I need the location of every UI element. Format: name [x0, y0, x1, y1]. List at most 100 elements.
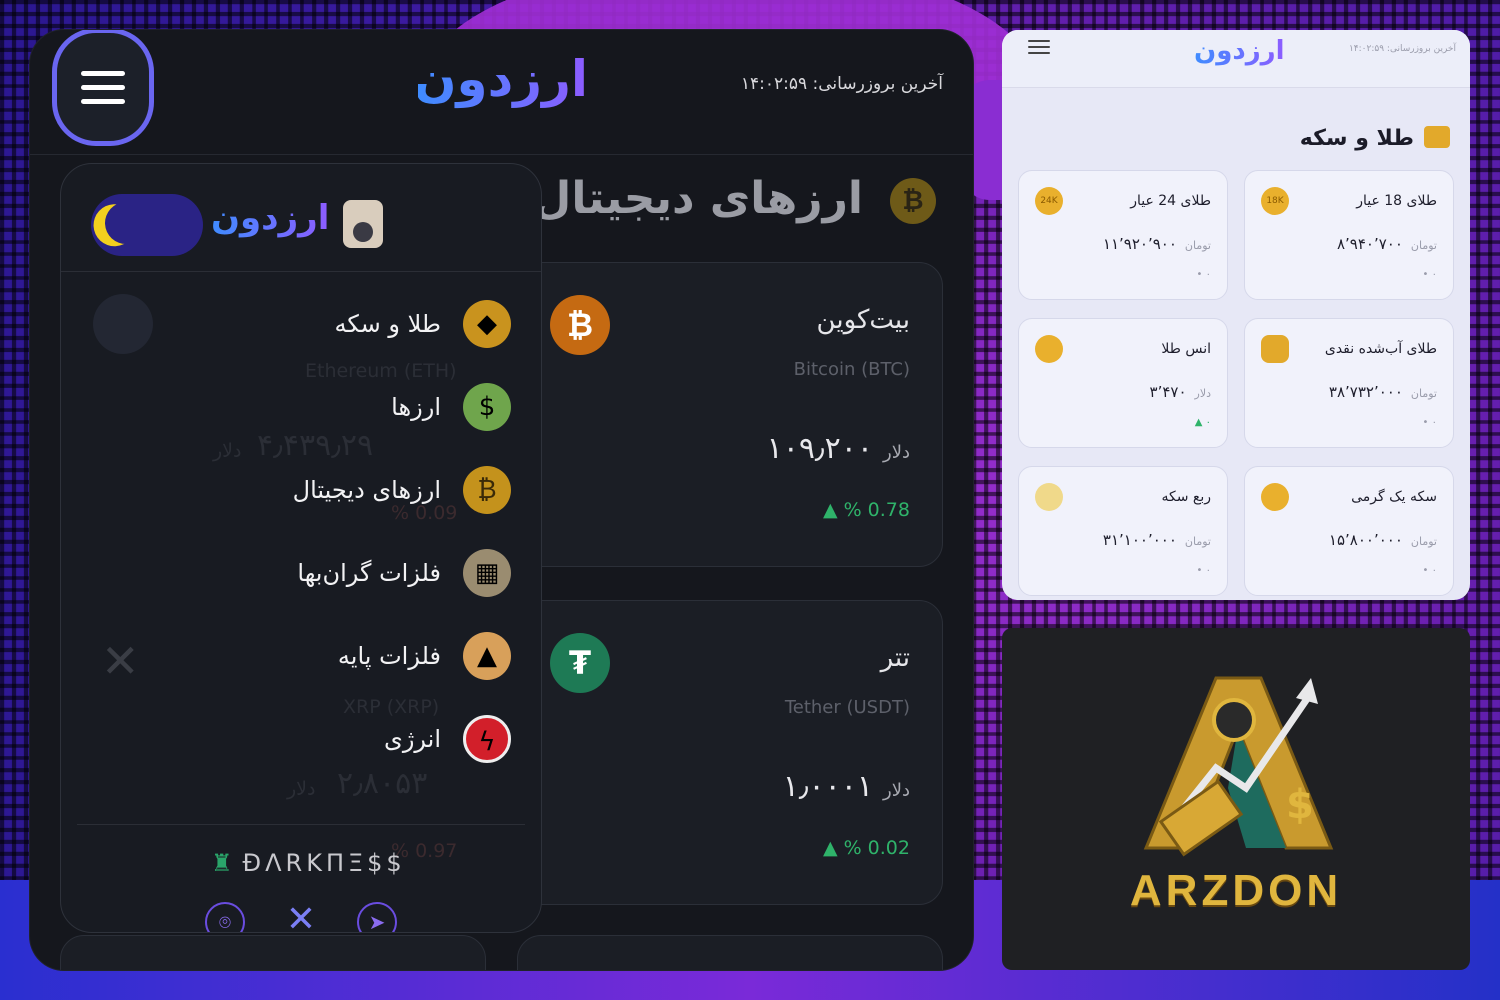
side-drawer: Ethereum (ETH) ۴٫۴۳۹٫۲۹ دلار % 0.09 ✕ XR…: [60, 163, 542, 933]
menu-item-label: انرژی: [384, 725, 441, 753]
divider: [77, 824, 525, 825]
coin-price: دلار ۱٫۰۰۰۱: [783, 769, 910, 804]
statue-icon: ♜: [211, 849, 237, 877]
menu-item-gold[interactable]: ◆ طلا و سکه: [334, 294, 511, 354]
last-update-label: آخرین بروزرسانی: ۱۴:۰۲:۵۹: [740, 74, 943, 94]
gold-coin-icon: [1035, 483, 1063, 511]
telegram-icon[interactable]: ➤: [357, 902, 397, 932]
price-value: ۱۵٬۸۰۰٬۰۰۰: [1328, 531, 1403, 549]
menu-item-label: ارزهای دیجیتال: [292, 476, 441, 504]
coin-name: تتر: [880, 643, 910, 673]
crypto-card-usdt[interactable]: تتر Tether (USDT) دلار ۱٫۰۰۰۱ ▲ % 0.02 ₮: [517, 600, 943, 905]
gold-card-melted[interactable]: طلای آب‌شده نقدی تومان ۳۸٬۷۳۲٬۰۰۰ • ۰: [1244, 318, 1454, 448]
gold-card-24k[interactable]: طلای 24 عیار تومان ۱۱٬۹۲۰٬۹۰۰ • ۰ 24K: [1018, 170, 1228, 300]
gold-price: تومان ۳۸٬۷۳۲٬۰۰۰: [1329, 383, 1437, 401]
gold-name: ربع سکه: [1161, 489, 1211, 505]
menu-item-base-metals[interactable]: ▲ فلزات پایه: [338, 626, 511, 686]
last-update-label: آخرین بروزرسانی: ۱۴:۰۲:۵۹: [1348, 44, 1456, 54]
gold-change: • ۰: [1422, 269, 1437, 280]
crypto-card-btc[interactable]: بیت‌کوین Bitcoin (BTC) دلار ۱۰۹٫۲۰۰ ▲ % 0…: [517, 262, 943, 567]
menu-item-label: طلا و سکه: [334, 310, 442, 338]
price-value: ۱٫۰۰۰۱: [782, 769, 874, 804]
gold-coin-icon: 24K: [1035, 187, 1063, 215]
coin-symbol: Tether (USDT): [784, 697, 910, 718]
header: ارزدون آخرین بروزرسانی: ۱۴:۰۲:۵۹: [1002, 30, 1470, 88]
energy-icon: ϟ: [463, 715, 511, 763]
x-icon[interactable]: ✕: [281, 902, 321, 933]
developer-brand: ♜ ĐΛRKΠΞ$$: [211, 849, 406, 877]
ethereum-icon: [93, 294, 153, 354]
gold-card-one-gram-coin[interactable]: سکه یک گرمی تومان ۱۵٬۸۰۰٬۰۰۰ • ۰: [1244, 466, 1454, 596]
gold-price: تومان ۱۵٬۸۰۰٬۰۰۰: [1329, 531, 1437, 549]
menu-item-precious-metals[interactable]: ▦ فلزات گران‌بها: [297, 543, 511, 603]
right-app-window: ارزدون آخرین بروزرسانی: ۱۴:۰۲:۵۹ طلا و س…: [1002, 30, 1470, 600]
gold-card-quarter-coin[interactable]: ربع سکه تومان ۳۱٬۱۰۰٬۰۰۰ • ۰: [1018, 466, 1228, 596]
xrp-price-ghost: ۲٫۸۰۵۳: [337, 766, 428, 801]
menu-item-energy[interactable]: ϟ انرژی: [384, 709, 511, 769]
coin-name: بیت‌کوین: [816, 305, 910, 335]
bitcoin-icon: ₿: [463, 466, 511, 514]
hamburger-menu-button[interactable]: [1028, 40, 1050, 54]
menu-item-crypto[interactable]: ₿ ارزهای دیجیتال: [293, 460, 511, 520]
gold-coin-icon: [1261, 483, 1289, 511]
gold-name: سکه یک گرمی: [1351, 489, 1437, 505]
section-title: طلا و سکه: [1299, 126, 1414, 151]
menu-line: [1028, 46, 1050, 48]
gold-coin-icon: [1035, 335, 1063, 363]
tether-icon: ₮: [550, 633, 610, 693]
menu-item-currencies[interactable]: $ ارزها: [391, 377, 511, 437]
gold-change: • ۰: [1422, 565, 1437, 576]
crypto-card-partial[interactable]: [60, 935, 486, 970]
price-unit: دلار: [1194, 387, 1211, 400]
eth-price-ghost: ۴٫۴۳۹٫۲۹: [257, 428, 374, 463]
price-unit: دلار: [883, 780, 910, 801]
gold-nugget-icon: [1261, 335, 1289, 363]
brand-logo-panel: $ ARZDON: [1002, 628, 1470, 970]
arzdon-logo-icon: $: [1143, 676, 1334, 857]
price-unit: تومان: [1410, 387, 1437, 400]
menu-item-label: فلزات پایه: [337, 642, 441, 670]
crypto-card-partial[interactable]: [517, 935, 943, 970]
menu-line: [81, 84, 125, 90]
bitcoin-icon: ₿: [550, 295, 610, 355]
eth-unit-ghost: دلار: [213, 440, 242, 462]
gold-card-18k[interactable]: طلای 18 عیار تومان ۸٬۹۴۰٬۷۰۰ • ۰ 18K: [1244, 170, 1454, 300]
moon-icon: [99, 196, 153, 250]
avatar[interactable]: [343, 200, 383, 248]
menu-line: [1028, 40, 1050, 42]
bitcoin-icon: ₿: [890, 178, 936, 224]
coin-change: ▲ % 0.78: [822, 499, 910, 521]
price-value: ۱۰۹٫۲۰۰: [766, 431, 874, 466]
menu-line: [81, 70, 125, 76]
coin-change: ▲ % 0.02: [822, 837, 910, 859]
gold-price: تومان ۱۱٬۹۲۰٬۹۰۰: [1103, 235, 1211, 253]
svg-text:$: $: [1286, 782, 1314, 828]
metals-icon: ▦: [463, 549, 511, 597]
brand-text: ĐΛRKΠΞ$$: [242, 849, 406, 877]
menu-line: [81, 98, 125, 104]
gold-card-ounce[interactable]: انس طلا دلار ۳٬۴۷۰ ▲ ۰: [1018, 318, 1228, 448]
coin-symbol: Bitcoin (BTC): [793, 359, 910, 380]
gold-coin-icon: 18K: [1261, 187, 1289, 215]
brand-wordmark: ARZDON: [1129, 866, 1343, 915]
gold-name: طلای آب‌شده نقدی: [1324, 341, 1437, 357]
gold-price: دلار ۳٬۴۷۰: [1150, 383, 1211, 401]
price-value: ۳۱٬۱۰۰٬۰۰۰: [1102, 531, 1177, 549]
gold-icon: [1424, 126, 1450, 148]
theme-toggle[interactable]: [91, 194, 203, 256]
github-icon[interactable]: ⌾: [205, 902, 245, 932]
price-unit: دلار: [883, 442, 910, 463]
price-value: ۱۱٬۹۲۰٬۹۰۰: [1102, 235, 1177, 253]
gold-change: • ۰: [1196, 269, 1211, 280]
menu-item-label: فلزات گران‌بها: [297, 559, 441, 587]
hamburger-menu-button[interactable]: [52, 30, 154, 146]
app-logo: ارزدون: [1194, 36, 1285, 66]
gold-name: طلای 24 عیار: [1130, 193, 1211, 209]
gold-price: تومان ۸٬۹۴۰٬۷۰۰: [1337, 235, 1437, 253]
drawer-header: ارزدون: [61, 164, 541, 272]
menu-line: [1028, 52, 1050, 54]
menu-item-label: ارزها: [391, 393, 441, 421]
base-metal-icon: ▲: [463, 632, 511, 680]
price-unit: تومان: [1410, 535, 1437, 548]
gold-name: انس طلا: [1161, 341, 1211, 357]
